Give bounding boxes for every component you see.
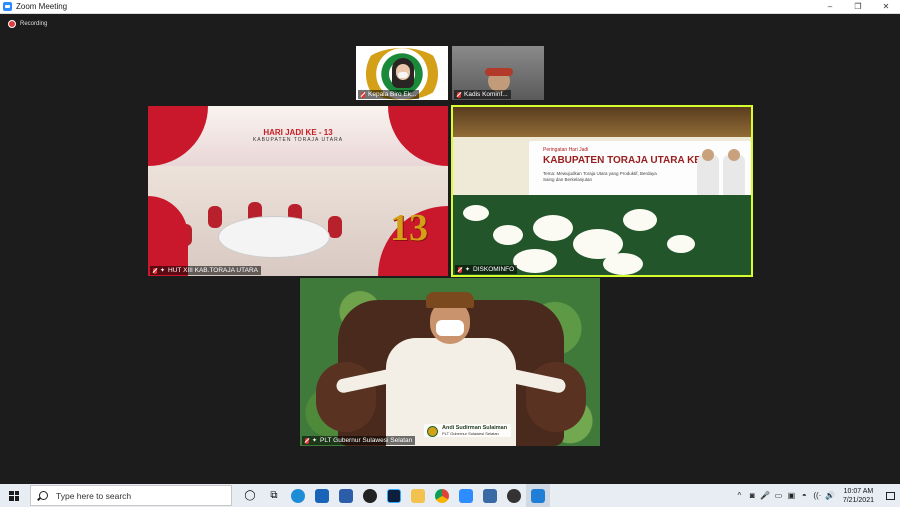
participant-name-tag: ✦ PLT Gubernur Sulawesi Selatan bbox=[302, 436, 416, 445]
maximize-button[interactable]: ❐ bbox=[844, 0, 872, 13]
pin-icon: ✦ bbox=[312, 438, 318, 444]
chrome-icon[interactable] bbox=[430, 484, 454, 507]
backdrop-title: KABUPATEN TORAJA UTARA KE-13 bbox=[543, 155, 716, 166]
banner-title: HARI JADI KE - 13 bbox=[263, 128, 333, 137]
volume-icon[interactable]: 🔊 bbox=[824, 491, 837, 500]
muted-mic-icon bbox=[305, 437, 309, 444]
zoom-icon[interactable] bbox=[454, 484, 478, 507]
start-button[interactable] bbox=[0, 484, 28, 507]
official-portrait bbox=[697, 149, 719, 195]
participant-name: Kadis Kominf... bbox=[464, 91, 508, 98]
anniversary-banner: HARI JADI KE - 13 KABUPATEN TORAJA UTARA bbox=[228, 128, 368, 150]
participant-cap bbox=[426, 292, 474, 308]
participant-name-tag: Kepala Biro Ek... bbox=[358, 90, 420, 99]
zoom-app-icon bbox=[3, 2, 12, 11]
search-placeholder: Type here to search bbox=[56, 490, 132, 501]
taskbar-search-box[interactable]: Type here to search bbox=[30, 485, 232, 506]
system-tray: ^ ◙ 🎤 ▭ ▣ ◓ ((· 🔊 10:07 AM 7/21/2021 bbox=[733, 484, 900, 507]
photoshop-icon[interactable] bbox=[382, 484, 406, 507]
photos-icon[interactable] bbox=[478, 484, 502, 507]
windows-logo-icon bbox=[9, 490, 19, 501]
taskbar-clock[interactable]: 10:07 AM 7/21/2021 bbox=[843, 487, 874, 505]
webcam-icon[interactable]: ◙ bbox=[746, 491, 759, 500]
muted-mic-icon bbox=[458, 266, 462, 273]
window-titlebar: Zoom Meeting – ❐ ✕ bbox=[0, 0, 900, 14]
cortana-icon[interactable]: ◯ bbox=[238, 484, 262, 507]
video-tile-plt-gubernur[interactable]: Andi Sudirman Sulaiman PLT Gubernur Sula… bbox=[300, 278, 600, 446]
video-tile-diskominfo-active-speaker[interactable]: Peringatan Hari Jadi KABUPATEN TORAJA UT… bbox=[451, 105, 753, 277]
recording-indicator[interactable]: Recording bbox=[8, 20, 47, 28]
participant-hat bbox=[485, 68, 513, 76]
muted-mic-icon bbox=[457, 91, 461, 98]
task-view-icon[interactable]: ⧉ bbox=[262, 484, 286, 507]
backdrop-subtitle: Peringatan Hari Jadi bbox=[543, 147, 589, 153]
wifi-icon[interactable]: ((· bbox=[811, 491, 824, 500]
participant-name-tag: Kadis Kominf... bbox=[454, 90, 511, 99]
face-mask bbox=[398, 72, 408, 78]
notification-center-button[interactable] bbox=[880, 484, 900, 507]
notification-icon bbox=[885, 491, 895, 500]
participant-name: HUT XIII KAB.TORAJA UTARA bbox=[168, 267, 258, 274]
province-seal-icon bbox=[427, 426, 438, 437]
recording-label: Recording bbox=[20, 21, 48, 27]
video-tile-kadis-kominfo[interactable]: Kadis Kominf... bbox=[452, 46, 544, 100]
pin-icon: ✦ bbox=[160, 268, 166, 274]
meeting-gallery: Recording Kepala Biro Ek... Kadis Kominf… bbox=[0, 14, 900, 484]
search-icon bbox=[39, 491, 48, 500]
meet-now-icon[interactable]: ◓ bbox=[798, 491, 811, 500]
battery-icon[interactable]: ▭ bbox=[772, 491, 785, 500]
participant-name-tag: ✦ HUT XIII KAB.TORAJA UTARA bbox=[150, 266, 261, 275]
backdrop-theme: Tema: Mewujudkan Toraja Utara yang Produ… bbox=[543, 171, 657, 182]
file-explorer-icon[interactable] bbox=[406, 484, 430, 507]
stage-backdrop: Peringatan Hari Jadi KABUPATEN TORAJA UT… bbox=[453, 137, 751, 225]
edge-icon[interactable] bbox=[286, 484, 310, 507]
minimize-button[interactable]: – bbox=[816, 0, 844, 13]
clock-time: 10:07 AM bbox=[843, 487, 874, 495]
participant-name: PLT Gubernur Sulawesi Selatan bbox=[320, 437, 413, 444]
participant-name: Kepala Biro Ek... bbox=[368, 91, 417, 98]
official-portrait bbox=[723, 149, 745, 195]
guest-figure bbox=[208, 206, 222, 228]
muted-mic-icon bbox=[361, 91, 365, 98]
lower-third-caption: Andi Sudirman Sulaiman PLT Gubernur Sula… bbox=[424, 424, 512, 437]
xbox-icon[interactable] bbox=[358, 484, 382, 507]
windows-taskbar: Type here to search ◯ ⧉ ^ ◙ 🎤 ▭ ▣ ◓ ((· … bbox=[0, 484, 900, 507]
video-tile-kepala-biro[interactable]: Kepala Biro Ek... bbox=[356, 46, 448, 100]
window-title: Zoom Meeting bbox=[16, 2, 68, 11]
mail-icon[interactable] bbox=[310, 484, 334, 507]
active-app-icon[interactable] bbox=[526, 484, 550, 507]
round-table bbox=[218, 216, 330, 258]
vmware-icon[interactable] bbox=[334, 484, 358, 507]
armchair-arm-right bbox=[526, 362, 586, 432]
participant-name: DISKOMINFO bbox=[473, 266, 515, 273]
participant-name-tag: ✦ DISKOMINFO bbox=[455, 265, 518, 274]
caption-role: PLT Gubernur Sulawesi Selatan bbox=[442, 431, 499, 436]
close-button[interactable]: ✕ bbox=[872, 0, 900, 13]
display-icon[interactable]: ▣ bbox=[785, 491, 798, 500]
video-tile-hut-toraja-utara[interactable]: HARI JADI KE - 13 KABUPATEN TORAJA UTARA… bbox=[148, 106, 448, 276]
muted-mic-icon bbox=[153, 267, 157, 274]
recording-icon bbox=[8, 20, 16, 28]
pin-icon: ✦ bbox=[465, 267, 471, 273]
clock-date: 7/21/2021 bbox=[842, 496, 874, 504]
tray-overflow-icon[interactable]: ^ bbox=[733, 491, 746, 500]
anniversary-number: 13 bbox=[390, 207, 428, 249]
guest-figure bbox=[328, 216, 342, 238]
microphone-icon[interactable]: 🎤 bbox=[759, 491, 772, 500]
obs-icon[interactable] bbox=[502, 484, 526, 507]
face-mask bbox=[436, 320, 464, 336]
banner-subtitle: KABUPATEN TORAJA UTARA bbox=[252, 137, 344, 143]
